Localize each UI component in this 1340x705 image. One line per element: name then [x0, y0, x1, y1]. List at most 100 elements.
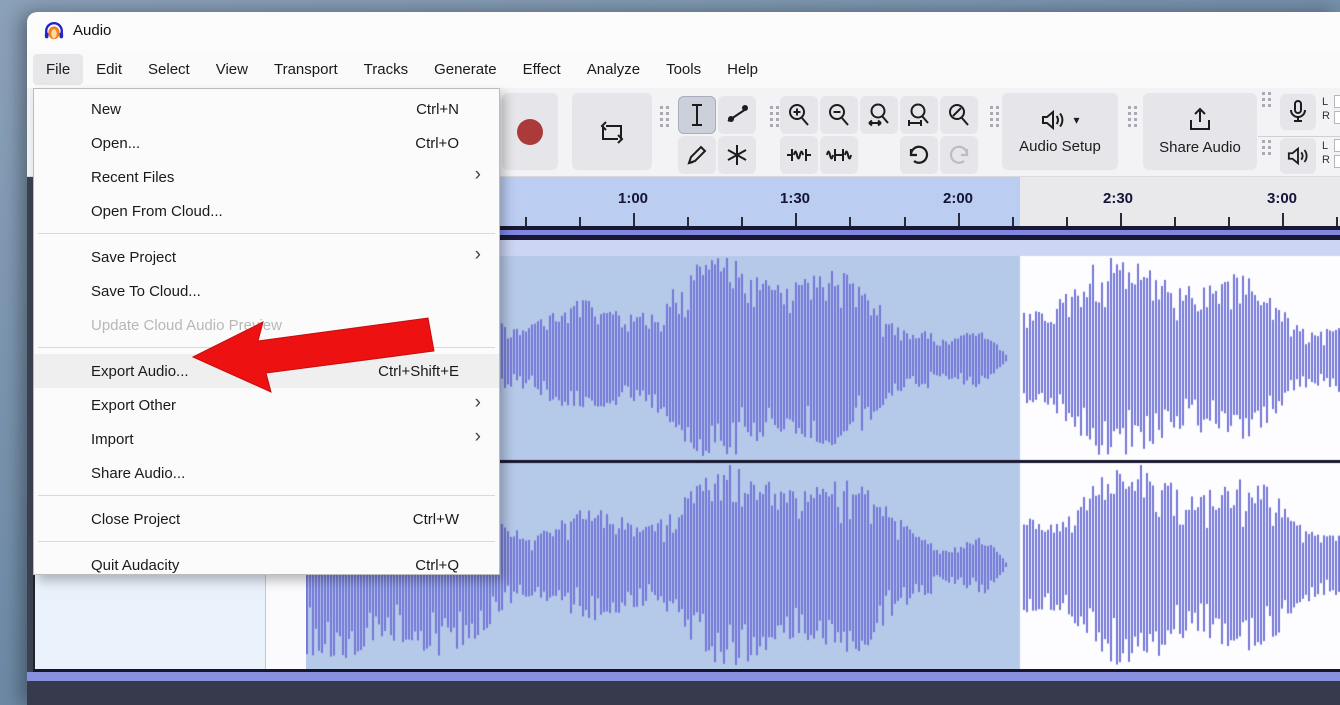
undo-button[interactable] — [900, 136, 938, 174]
recording-meter-button[interactable] — [1280, 94, 1316, 130]
menu-transport[interactable]: Transport — [261, 54, 351, 85]
menu-file[interactable]: File — [33, 54, 83, 85]
speaker-icon — [1040, 108, 1066, 132]
menu-item-save-project[interactable]: Save Project› — [34, 240, 499, 274]
menu-separator — [34, 342, 499, 354]
empty-project-area — [27, 681, 1340, 705]
menu-separator — [34, 536, 499, 548]
playback-meter-button[interactable] — [1280, 138, 1316, 174]
audacity-window: Audio File Edit Select View Transport Tr… — [27, 12, 1340, 705]
ibeam-icon — [687, 103, 707, 127]
submenu-chevron-icon: › — [475, 244, 481, 266]
tools-toolbar-grip[interactable] — [660, 106, 670, 132]
zoom-fit-project-button[interactable] — [900, 96, 938, 134]
menu-tracks[interactable]: Tracks — [351, 54, 421, 85]
timeline-label: 1:00 — [618, 190, 648, 207]
submenu-chevron-icon: › — [475, 392, 481, 414]
record-icon — [516, 118, 544, 146]
menu-item-recent-files[interactable]: Recent Files› — [34, 160, 499, 194]
submenu-chevron-icon: › — [475, 164, 481, 186]
zoom-selection-icon — [867, 103, 891, 127]
menu-analyze[interactable]: Analyze — [574, 54, 653, 85]
share-audio-button[interactable]: Share Audio — [1143, 93, 1257, 170]
menu-item-export-other[interactable]: Export Other› — [34, 388, 499, 422]
audio-setup-grip[interactable] — [990, 106, 1000, 132]
menu-item-save-to-cloud[interactable]: Save To Cloud... — [34, 274, 499, 308]
menu-item-open-from-cloud[interactable]: Open From Cloud... — [34, 194, 499, 228]
redo-icon — [947, 145, 971, 165]
timeline-label: 2:30 — [1103, 190, 1133, 207]
menu-item-share-audio[interactable]: Share Audio... — [34, 456, 499, 490]
zoom-in-icon — [787, 103, 811, 127]
window-title: Audio — [73, 22, 111, 39]
multi-tool-icon — [726, 144, 748, 166]
recording-meter-right-label: R — [1322, 110, 1330, 122]
trim-audio-button[interactable] — [780, 136, 818, 174]
menu-item-import[interactable]: Import› — [34, 422, 499, 456]
menu-separator — [34, 228, 499, 240]
share-audio-label: Share Audio — [1159, 139, 1241, 156]
below-track-strip — [27, 672, 1340, 681]
playback-meter-right-bar[interactable] — [1334, 155, 1340, 168]
draw-tool-button[interactable] — [678, 136, 716, 174]
menu-item-update-cloud-audio-preview: Update Cloud Audio Preview — [34, 308, 499, 342]
envelope-icon — [725, 104, 749, 126]
recording-meter-right-bar[interactable] — [1334, 111, 1340, 124]
playback-meter-right-label: R — [1322, 154, 1330, 166]
menu-item-open[interactable]: Open...Ctrl+O — [34, 126, 499, 160]
record-button[interactable] — [502, 93, 558, 170]
zoom-out-button[interactable] — [820, 96, 858, 134]
edit-toolbar-grip[interactable] — [770, 106, 780, 132]
zoom-toggle-button[interactable] — [940, 96, 978, 134]
menu-generate[interactable]: Generate — [421, 54, 510, 85]
share-audio-grip[interactable] — [1128, 106, 1138, 132]
loop-button[interactable] — [572, 93, 652, 170]
multi-tool-button[interactable] — [718, 136, 756, 174]
menu-view[interactable]: View — [203, 54, 261, 85]
silence-audio-icon — [826, 146, 852, 164]
dropdown-caret-icon: ▾ — [1073, 113, 1079, 127]
redo-button[interactable] — [940, 136, 978, 174]
zoom-fit-project-icon — [907, 103, 931, 127]
menu-item-close-project[interactable]: Close ProjectCtrl+W — [34, 502, 499, 536]
audio-setup-button[interactable]: ▾ Audio Setup — [1002, 93, 1118, 170]
menu-separator — [34, 490, 499, 502]
playback-speaker-icon — [1286, 145, 1310, 167]
playback-meter-grip[interactable] — [1262, 140, 1272, 160]
recording-meter-grip[interactable] — [1262, 92, 1272, 112]
menu-item-new[interactable]: NewCtrl+N — [34, 92, 499, 126]
timeline-label: 3:00 — [1267, 190, 1297, 207]
loop-icon — [597, 118, 627, 146]
recording-meter-left-label: L — [1322, 96, 1328, 108]
playback-meter-left-label: L — [1322, 140, 1328, 152]
menu-item-quit-audacity[interactable]: Quit AudacityCtrl+Q — [34, 548, 499, 582]
selection-tool-button[interactable] — [678, 96, 716, 134]
envelope-tool-button[interactable] — [718, 96, 756, 134]
microphone-icon — [1289, 100, 1307, 124]
audacity-logo-icon — [43, 20, 65, 42]
playback-meter-left-bar[interactable] — [1334, 139, 1340, 152]
menu-effect[interactable]: Effect — [510, 54, 574, 85]
timeline-label: 2:00 — [943, 190, 973, 207]
menu-help[interactable]: Help — [714, 54, 771, 85]
zoom-selection-button[interactable] — [860, 96, 898, 134]
recording-meter-left-bar[interactable] — [1334, 95, 1340, 108]
menu-tools[interactable]: Tools — [653, 54, 714, 85]
audio-setup-label: Audio Setup — [1019, 138, 1101, 155]
file-dropdown-menu: NewCtrl+N Open...Ctrl+O Recent Files› Op… — [33, 88, 500, 575]
menu-bar: File Edit Select View Transport Tracks G… — [27, 50, 1340, 88]
zoom-in-button[interactable] — [780, 96, 818, 134]
silence-audio-button[interactable] — [820, 136, 858, 174]
timeline-label: 1:30 — [780, 190, 810, 207]
meter-divider — [1258, 136, 1340, 137]
zoom-toggle-icon — [947, 103, 971, 127]
title-bar: Audio — [27, 12, 1340, 50]
undo-icon — [907, 145, 931, 165]
zoom-out-icon — [827, 103, 851, 127]
pencil-icon — [686, 144, 708, 166]
menu-select[interactable]: Select — [135, 54, 203, 85]
share-upload-icon — [1187, 107, 1213, 133]
trim-audio-icon — [786, 146, 812, 164]
menu-edit[interactable]: Edit — [83, 54, 135, 85]
menu-item-export-audio[interactable]: Export Audio...Ctrl+Shift+E — [34, 354, 499, 388]
